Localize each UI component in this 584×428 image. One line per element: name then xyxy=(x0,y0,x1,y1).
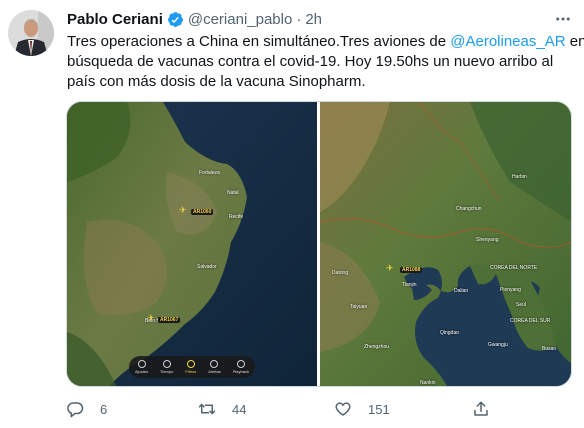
weather-icon xyxy=(162,360,171,368)
tweet-text-line-1: Tres operaciones a China en simultáneo.T… xyxy=(67,32,584,52)
map-label: Zhengzhou xyxy=(364,344,390,350)
map-label: Seúl xyxy=(516,302,527,308)
map-label: COREA DEL SUR xyxy=(510,318,551,324)
settings-icon xyxy=(137,360,146,368)
satellite-map-brazil xyxy=(67,102,318,386)
reply-button[interactable]: 6 xyxy=(66,398,107,420)
flight-tracker-toolbar: Ajustes Tiempo Filtros Alertas Playback xyxy=(129,356,255,378)
like-count: 151 xyxy=(368,401,390,417)
toolbar-settings[interactable]: Ajustes xyxy=(135,360,148,374)
media-image-brazil-map[interactable]: Fortaleza Natal Recife Salvador Belo Hor… xyxy=(67,102,318,386)
tweet[interactable]: Pablo Ceriani @ceriani_pablo · 2h Tres o… xyxy=(0,0,584,428)
like-icon xyxy=(335,402,351,416)
mention-link[interactable]: @Aerolineas_AR xyxy=(450,33,565,50)
tweet-actions: 6 44 151 xyxy=(66,398,496,420)
map-label: Changchun xyxy=(456,206,482,212)
like-button[interactable]: 151 xyxy=(334,398,390,420)
avatar-image xyxy=(8,10,54,56)
plane-icon[interactable]: ✈ xyxy=(386,264,394,273)
map-label: Salvador xyxy=(197,264,217,270)
toolbar-weather[interactable]: Tiempo xyxy=(160,360,173,374)
map-label: Natal xyxy=(227,190,239,196)
share-button[interactable] xyxy=(472,398,490,420)
plane-icon[interactable]: ✈ xyxy=(179,206,187,215)
reply-icon xyxy=(67,402,84,418)
toolbar-label: Alertas xyxy=(208,369,221,374)
toolbar-label: Filtros xyxy=(185,369,197,374)
map-label: Fortaleza xyxy=(199,170,220,176)
map-label: Taiyuan xyxy=(350,304,368,310)
separator-dot: · xyxy=(296,10,302,28)
tweet-text-line-2: búsqueda de vacunas contra el covid-19. … xyxy=(67,53,554,70)
map-label: Nankin xyxy=(420,380,436,386)
plane-icon[interactable]: ✈ xyxy=(147,314,155,323)
tweet-text: Tres operaciones a China en simultáneo.T… xyxy=(67,32,584,92)
map-label: Harbin xyxy=(512,174,527,180)
toolbar-label: Ajustes xyxy=(135,369,149,374)
author-name[interactable]: Pablo Ceriani xyxy=(67,11,163,28)
map-label: Dalian xyxy=(454,288,469,294)
tweet-text-line-3: país con más dosis de la vacuna Sinophar… xyxy=(67,73,366,90)
tweet-text-part: en xyxy=(569,33,584,50)
satellite-map-china xyxy=(320,102,571,386)
alert-icon xyxy=(210,360,219,368)
flight-tag[interactable]: AR1088 xyxy=(400,267,423,273)
map-label: Shenyang xyxy=(476,237,499,243)
map-label: Gwangju xyxy=(488,342,508,348)
author-handle[interactable]: @ceriani_pablo xyxy=(188,11,292,28)
toolbar-label: Playback xyxy=(232,369,249,374)
map-label: Recife xyxy=(229,214,244,220)
map-label: Pionyang xyxy=(500,287,521,293)
more-icon[interactable] xyxy=(552,9,574,29)
flight-tag[interactable]: AR1067 xyxy=(158,317,181,323)
filter-icon xyxy=(186,360,195,368)
tweet-timestamp[interactable]: 2h xyxy=(305,11,322,28)
share-icon xyxy=(474,401,488,416)
avatar[interactable] xyxy=(8,10,54,56)
toolbar-label: Tiempo xyxy=(160,369,174,374)
reply-count: 6 xyxy=(100,401,108,417)
map-label: Tianjin xyxy=(402,282,417,288)
map-label: Busan xyxy=(542,346,557,352)
toolbar-playback[interactable]: Playback xyxy=(233,360,249,374)
toolbar-alerts[interactable]: Alertas xyxy=(208,360,221,374)
flight-tag[interactable]: AR1060 xyxy=(191,209,214,215)
retweet-button[interactable]: 44 xyxy=(198,398,246,420)
media-grid: Fortaleza Natal Recife Salvador Belo Hor… xyxy=(66,101,572,387)
map-label: Qingdao xyxy=(440,330,459,336)
tweet-text-part: Tres operaciones a China en simultáneo.T… xyxy=(67,33,451,50)
verified-badge-icon xyxy=(167,11,184,28)
map-label: Datong xyxy=(332,270,349,276)
toolbar-filters[interactable]: Filtros xyxy=(185,360,196,374)
retweet-icon xyxy=(198,403,216,415)
map-label: COREA DEL NORTE xyxy=(490,265,538,271)
tweet-header: Pablo Ceriani @ceriani_pablo · 2h xyxy=(67,9,322,29)
playback-icon xyxy=(236,360,245,368)
media-image-china-map[interactable]: Harbin Changchun Shenyang COREA DEL NORT… xyxy=(320,102,571,386)
retweet-count: 44 xyxy=(232,401,247,417)
